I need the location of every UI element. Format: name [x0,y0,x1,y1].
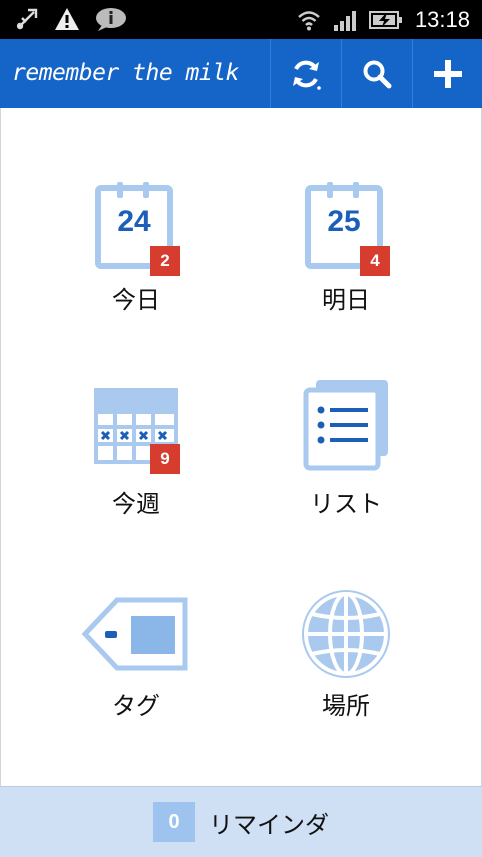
tile-label: 場所 [322,692,370,720]
app-bar: remember the milk [0,39,482,108]
tile-label: 今日 [112,286,160,314]
signal-icon [333,11,356,31]
tile-tomorrow[interactable]: 25 4 明日 [246,180,446,340]
week-calendar-icon: 9 [88,382,184,478]
tile-lists[interactable]: リスト [246,378,446,538]
tile-tags[interactable]: タグ [36,590,236,750]
task-count-badge: 4 [360,246,390,276]
tile-label: リスト [310,490,382,518]
calendar-tomorrow-icon: 25 4 [304,180,390,276]
tile-label: 明日 [322,286,370,314]
usb-debug-icon [16,8,38,30]
calendar-day-number: 25 [327,205,361,238]
search-button[interactable] [341,39,412,108]
tile-this-week[interactable]: 9 今週 [36,382,236,542]
warning-icon [55,8,79,30]
calendar-today-icon: 24 2 [94,180,180,276]
chat-bubble-icon [96,8,126,31]
reminder-label: リマインダ [209,810,329,839]
sync-icon [293,60,321,90]
tile-label: タグ [112,692,160,720]
wifi-icon [298,11,320,31]
task-count-badge: 9 [150,444,180,474]
task-count-badge: 2 [150,246,180,276]
tile-locations[interactable]: 場所 [246,588,446,748]
status-bar: 13:18 [0,0,482,39]
tile-today[interactable]: 24 2 今日 [36,180,236,340]
calendar-day-number: 24 [117,205,151,238]
reminder-count-badge: 0 [153,802,195,842]
list-icon [298,378,394,474]
clock: 13:18 [414,7,470,32]
sync-button[interactable] [270,39,341,108]
search-icon [363,60,392,88]
tag-icon [81,590,191,676]
add-icon [434,59,462,88]
tile-label: 今週 [112,490,160,518]
battery-charging-icon [368,11,402,29]
add-button[interactable] [412,39,482,108]
reminder-bar[interactable]: 0 リマインダ [0,786,482,857]
globe-icon [300,588,392,680]
frame-left [0,108,1,856]
app-title: remember the milk [12,60,239,86]
